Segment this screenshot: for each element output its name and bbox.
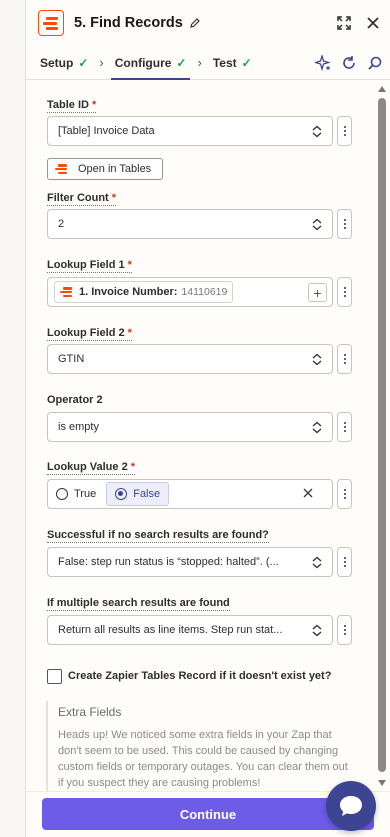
table-id-label: Table ID * <box>47 99 97 113</box>
radio-circle <box>56 488 68 500</box>
lookup-field-2-select[interactable]: GTIN <box>47 344 333 374</box>
continue-button[interactable]: Continue <box>42 798 374 830</box>
radio-false[interactable]: False <box>106 482 170 506</box>
configure-form: Table ID * [Table] Invoice Data Open in T… <box>26 81 378 791</box>
kebab-icon[interactable] <box>337 116 352 146</box>
filter-count-label: Filter Count * <box>47 192 116 206</box>
panel-header: 5. Find Records <box>26 0 390 46</box>
zapier-tables-logo <box>38 10 64 36</box>
close-icon[interactable] <box>365 15 381 31</box>
scrollbar[interactable] <box>376 84 388 788</box>
create-record-checkbox[interactable] <box>47 669 62 684</box>
operator-2-label: Operator 2 <box>47 394 103 406</box>
kebab-icon[interactable] <box>337 412 352 442</box>
chevron-updown-icon <box>312 218 322 231</box>
kebab-icon[interactable] <box>337 479 352 509</box>
multiple-results-label: If multiple search results are found <box>47 597 230 611</box>
no-results-select[interactable]: False: step run status is “stopped: halt… <box>47 547 333 577</box>
scrollbar-thumb[interactable] <box>378 98 386 772</box>
lookup-field-1-label: Lookup Field 1 * <box>47 259 132 273</box>
chat-button[interactable] <box>326 781 376 831</box>
filter-count-select[interactable]: 2 <box>47 209 333 239</box>
table-id-select[interactable]: [Table] Invoice Data <box>47 116 333 146</box>
clear-icon[interactable] <box>302 487 314 499</box>
no-results-label: Successful if no search results are foun… <box>47 529 269 543</box>
open-in-tables-button[interactable]: Open in Tables <box>47 158 163 180</box>
scroll-up-icon[interactable] <box>378 86 386 92</box>
refresh-icon[interactable] <box>341 55 357 71</box>
tab-configure[interactable]: Configure ✓ <box>110 55 191 80</box>
chevron-updown-icon <box>312 624 322 637</box>
check-icon: ✓ <box>176 55 187 70</box>
scroll-down-icon[interactable] <box>378 780 386 786</box>
extra-fields-section: Extra Fields Heads up! We noticed some e… <box>46 701 356 791</box>
multiple-results-select[interactable]: Return all results as line items. Step r… <box>47 615 333 645</box>
lookup-field-2-label: Lookup Field 2 * <box>47 327 132 341</box>
extra-fields-message: Heads up! We noticed some extra fields i… <box>58 729 348 789</box>
kebab-icon[interactable] <box>337 615 352 645</box>
chevron-right-icon: › <box>197 55 202 70</box>
lookup-field-1-input[interactable]: 1. Invoice Number: 14110619 + <box>47 277 333 307</box>
kebab-icon[interactable] <box>337 547 352 577</box>
radio-circle-selected <box>115 488 128 500</box>
create-record-label: Create Zapier Tables Record if it doesn'… <box>68 670 332 682</box>
lookup-value-2-label: Lookup Value 2 * <box>47 461 135 475</box>
search-icon[interactable] <box>367 55 383 71</box>
chevron-right-icon: › <box>99 55 104 70</box>
chevron-updown-icon <box>312 556 322 569</box>
kebab-icon[interactable] <box>337 209 352 239</box>
pencil-icon[interactable] <box>189 17 201 29</box>
zapier-tables-icon <box>55 164 69 174</box>
extra-fields-title: Extra Fields <box>58 705 122 719</box>
check-icon: ✓ <box>241 55 252 70</box>
tab-setup[interactable]: Setup ✓ <box>40 56 88 70</box>
radio-true[interactable]: True <box>56 488 96 500</box>
chevron-updown-icon <box>312 353 322 366</box>
check-icon: ✓ <box>78 55 89 70</box>
chevron-updown-icon <box>312 125 322 138</box>
expand-icon[interactable] <box>336 15 352 31</box>
mapped-field-pill[interactable]: 1. Invoice Number: 14110619 <box>54 281 234 303</box>
chat-icon <box>340 796 362 816</box>
step-title: 5. Find Records <box>74 15 183 31</box>
step-tabs: Setup ✓ › Configure ✓ › Test ✓ <box>26 46 390 80</box>
step-editor-panel: 5. Find Records Setup ✓ › Configure ✓ › Te… <box>25 0 390 837</box>
lookup-value-2-input[interactable]: True False <box>47 479 333 509</box>
kebab-icon[interactable] <box>337 277 352 307</box>
operator-2-select[interactable]: is empty <box>47 412 333 442</box>
kebab-icon[interactable] <box>337 344 352 374</box>
background-canvas <box>0 0 25 837</box>
zapier-tables-icon <box>60 287 74 297</box>
plus-icon[interactable]: + <box>308 283 327 302</box>
sparkle-icon[interactable] <box>315 55 331 71</box>
chevron-updown-icon <box>312 421 322 434</box>
tab-test[interactable]: Test ✓ <box>213 56 252 70</box>
